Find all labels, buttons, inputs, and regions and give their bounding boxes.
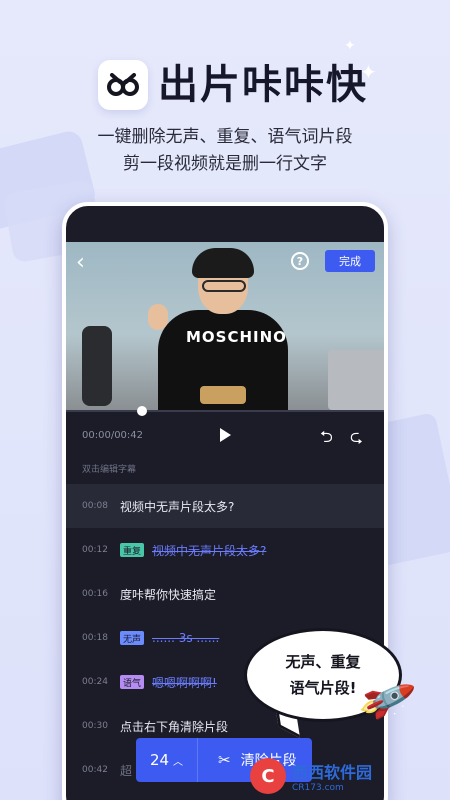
- app-logo: [98, 60, 148, 110]
- repeat-tag: 重复: [120, 543, 145, 557]
- watermark: C 西西软件园 CR173.com: [250, 752, 450, 800]
- subtitle-row[interactable]: 00:12 重复 视频中无声片段太多?: [66, 528, 384, 572]
- segment-count: 24: [149, 751, 170, 769]
- subtitle-time: 00:24: [82, 677, 108, 687]
- gimbal-prop: [82, 326, 112, 406]
- cake-prop: [200, 386, 246, 404]
- subtitle-time: 00:42: [82, 765, 108, 775]
- subtitle-time: 00:18: [82, 633, 108, 643]
- subtitle-text: 视频中无声片段太多?: [120, 499, 235, 514]
- subtitle-text: 嗯嗯啊啊啊!: [152, 675, 217, 690]
- subtitle-time: 00:16: [82, 589, 108, 599]
- segment-count-button[interactable]: 24 ︿: [136, 738, 198, 782]
- subtitle-text: 超: [120, 763, 133, 778]
- person-hand: [148, 304, 168, 330]
- sparkle-icon: ✦: [344, 38, 356, 54]
- undo-icon[interactable]: ⮌: [320, 426, 333, 453]
- subtitle-text: 视频中无声片段太多?: [152, 543, 267, 558]
- subtitle-time: 00:12: [82, 545, 108, 555]
- subtitle-row[interactable]: 00:08 视频中无声片段太多?: [66, 484, 384, 528]
- time-readout: 00:00/00:42: [82, 430, 144, 441]
- video-preview[interactable]: MOSCHINO ‹ ? 完成: [66, 242, 384, 410]
- progress-track[interactable]: [66, 410, 384, 412]
- subtitle-text: 度咔帮你快速搞定: [120, 587, 217, 602]
- tagline-primary: 一键删除无声、重复、语气词片段: [97, 127, 353, 147]
- progress-knob[interactable]: [137, 406, 148, 416]
- watermark-name: 西西软件园: [292, 763, 373, 782]
- subtitle-text: 点击右下角清除片段: [120, 719, 229, 734]
- watermark-url: CR173.com: [292, 783, 344, 793]
- play-icon[interactable]: [220, 428, 231, 442]
- help-icon[interactable]: ?: [291, 252, 309, 270]
- done-button[interactable]: 完成: [325, 250, 375, 272]
- tone-tag: 语气: [120, 675, 145, 689]
- back-icon[interactable]: ‹: [76, 250, 85, 275]
- playback-controls: 00:00/00:42 ⮌ ⮎: [66, 420, 384, 454]
- subtitle-time: 00:08: [82, 501, 108, 511]
- bubble-line-1: 无声、重复: [285, 653, 361, 671]
- app-logo-icon: [107, 73, 139, 96]
- laptop-prop: [328, 350, 384, 410]
- watermark-logo-icon: C: [250, 758, 286, 794]
- glasses: [202, 280, 246, 292]
- shirt-text: MOSCHINO: [186, 328, 287, 346]
- subtitle-text: ...... 3s ......: [152, 631, 220, 645]
- silent-tag: 无声: [120, 631, 145, 645]
- chevron-up-icon: ︿: [173, 756, 184, 768]
- scissors-icon: ✂: [218, 751, 231, 769]
- redo-icon[interactable]: ⮎: [350, 426, 363, 453]
- person-hair: [192, 248, 254, 278]
- tagline-secondary: 剪一段视频就是删一行文字: [123, 154, 327, 174]
- edit-hint: 双击编辑字幕: [82, 465, 137, 475]
- brand-title: 出片咔咔快: [158, 62, 368, 108]
- bubble-line-2: 语气片段!: [289, 679, 357, 697]
- subtitle-time: 00:30: [82, 721, 108, 731]
- subtitle-row[interactable]: 00:16 度咔帮你快速搞定: [66, 572, 384, 616]
